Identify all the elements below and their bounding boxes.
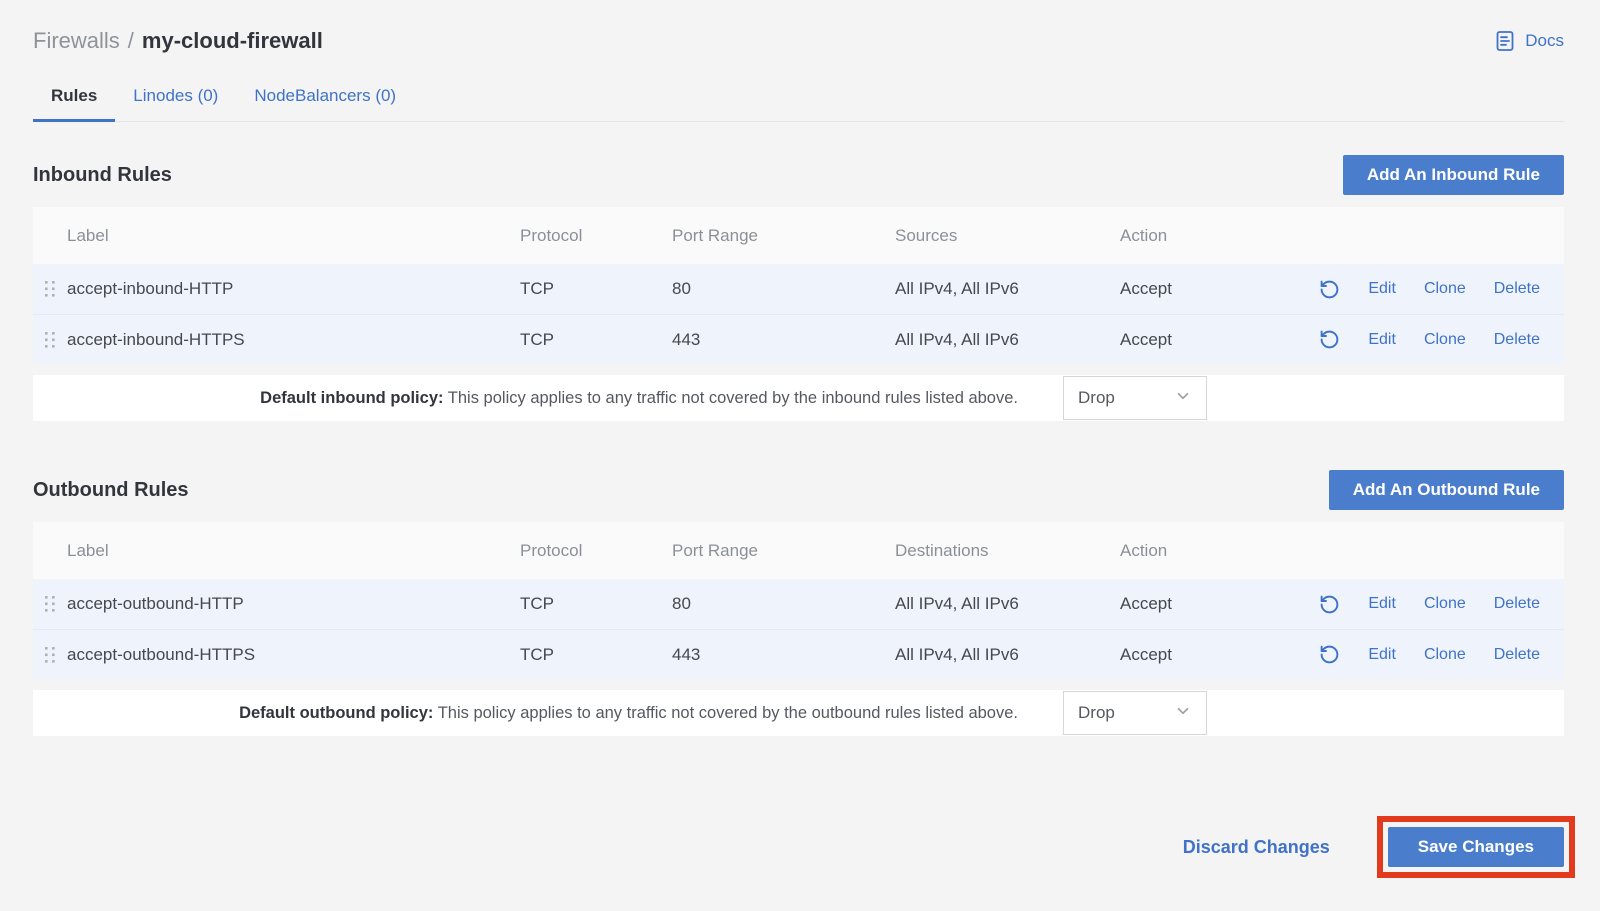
edit-link[interactable]: Edit	[1368, 595, 1396, 613]
undo-icon[interactable]	[1319, 644, 1340, 665]
delete-link[interactable]: Delete	[1494, 280, 1540, 298]
inbound-rules-section: Inbound Rules Add An Inbound Rule Label …	[33, 155, 1564, 421]
delete-link[interactable]: Delete	[1494, 595, 1540, 613]
clone-link[interactable]: Clone	[1424, 646, 1466, 664]
rule-protocol: TCP	[520, 330, 672, 350]
default-inbound-policy-label: Default inbound policy:	[260, 389, 443, 407]
edit-link[interactable]: Edit	[1368, 331, 1396, 349]
outbound-table-header: Label Protocol Port Range Destinations A…	[33, 522, 1564, 579]
outbound-col-label: Label	[67, 541, 520, 561]
tab-rules[interactable]: Rules	[33, 78, 115, 121]
outbound-col-action: Action	[1120, 541, 1290, 561]
delete-link[interactable]: Delete	[1494, 331, 1540, 349]
rule-label: accept-inbound-HTTPS	[67, 330, 520, 350]
inbound-col-port-range: Port Range	[672, 226, 895, 246]
default-outbound-policy-label: Default outbound policy:	[239, 704, 433, 722]
default-inbound-policy-select[interactable]: Drop	[1063, 376, 1207, 420]
default-inbound-policy-value: Drop	[1078, 388, 1115, 408]
edit-link[interactable]: Edit	[1368, 646, 1396, 664]
rule-port-range: 443	[672, 645, 895, 665]
chevron-down-icon	[1174, 387, 1192, 410]
drag-handle-icon[interactable]	[33, 646, 67, 664]
rule-destinations: All IPv4, All IPv6	[895, 645, 1120, 665]
rule-protocol: TCP	[520, 645, 672, 665]
rule-protocol: TCP	[520, 279, 672, 299]
drag-handle-icon[interactable]	[33, 331, 67, 349]
inbound-col-sources: Sources	[895, 226, 1120, 246]
drag-handle-icon[interactable]	[33, 595, 67, 613]
rule-label: accept-outbound-HTTPS	[67, 645, 520, 665]
breadcrumb-firewalls-link[interactable]: Firewalls	[33, 28, 120, 54]
rule-action: Accept	[1120, 645, 1290, 665]
rule-protocol: TCP	[520, 594, 672, 614]
outbound-col-protocol: Protocol	[520, 541, 672, 561]
add-outbound-rule-button[interactable]: Add An Outbound Rule	[1329, 470, 1564, 510]
rule-destinations: All IPv4, All IPv6	[895, 594, 1120, 614]
default-outbound-policy-description: This policy applies to any traffic not c…	[438, 704, 1018, 722]
firewall-detail-page: Firewalls / my-cloud-firewall Docs Rules…	[0, 28, 1600, 878]
tab-linodes[interactable]: Linodes (0)	[115, 78, 236, 121]
breadcrumb: Firewalls / my-cloud-firewall	[33, 28, 323, 54]
table-row-inbound-http: accept-inbound-HTTP TCP 80 All IPv4, All…	[33, 264, 1564, 314]
undo-icon[interactable]	[1319, 279, 1340, 300]
table-row-outbound-http: accept-outbound-HTTP TCP 80 All IPv4, Al…	[33, 579, 1564, 629]
outbound-col-destinations: Destinations	[895, 541, 1120, 561]
footer-actions: Discard Changes Save Changes	[33, 816, 1564, 878]
rule-label: accept-inbound-HTTP	[67, 279, 520, 299]
breadcrumb-separator: /	[128, 28, 134, 54]
breadcrumb-current-firewall: my-cloud-firewall	[142, 28, 323, 54]
default-inbound-policy-row: Default inbound policy: This policy appl…	[33, 375, 1564, 421]
rule-port-range: 443	[672, 330, 895, 350]
edit-link[interactable]: Edit	[1368, 280, 1396, 298]
rule-sources: All IPv4, All IPv6	[895, 330, 1120, 350]
inbound-table-header: Label Protocol Port Range Sources Action	[33, 207, 1564, 264]
inbound-rules-title: Inbound Rules	[33, 164, 172, 187]
drag-handle-icon[interactable]	[33, 280, 67, 298]
undo-icon[interactable]	[1319, 329, 1340, 350]
delete-link[interactable]: Delete	[1494, 646, 1540, 664]
table-row-inbound-https: accept-inbound-HTTPS TCP 443 All IPv4, A…	[33, 314, 1564, 364]
default-inbound-policy-description: This policy applies to any traffic not c…	[448, 389, 1018, 407]
add-inbound-rule-button[interactable]: Add An Inbound Rule	[1343, 155, 1564, 195]
outbound-rules-title: Outbound Rules	[33, 479, 189, 502]
save-changes-button[interactable]: Save Changes	[1388, 827, 1564, 867]
annotation-highlight-box: Save Changes	[1377, 816, 1575, 878]
rule-action: Accept	[1120, 330, 1290, 350]
rule-port-range: 80	[672, 279, 895, 299]
chevron-down-icon	[1174, 702, 1192, 725]
docs-link[interactable]: Docs	[1493, 29, 1564, 53]
rule-label: accept-outbound-HTTP	[67, 594, 520, 614]
tab-nodebalancers[interactable]: NodeBalancers (0)	[236, 78, 414, 121]
rule-port-range: 80	[672, 594, 895, 614]
rule-action: Accept	[1120, 279, 1290, 299]
tab-bar: Rules Linodes (0) NodeBalancers (0)	[33, 78, 1564, 122]
top-bar: Firewalls / my-cloud-firewall Docs	[33, 28, 1564, 54]
undo-icon[interactable]	[1319, 594, 1340, 615]
clone-link[interactable]: Clone	[1424, 595, 1466, 613]
docs-icon	[1493, 29, 1517, 53]
inbound-col-label: Label	[67, 226, 520, 246]
rule-sources: All IPv4, All IPv6	[895, 279, 1120, 299]
clone-link[interactable]: Clone	[1424, 331, 1466, 349]
default-outbound-policy-value: Drop	[1078, 703, 1115, 723]
inbound-col-action: Action	[1120, 226, 1290, 246]
inbound-col-protocol: Protocol	[520, 226, 672, 246]
table-row-outbound-https: accept-outbound-HTTPS TCP 443 All IPv4, …	[33, 629, 1564, 679]
outbound-col-port-range: Port Range	[672, 541, 895, 561]
rule-action: Accept	[1120, 594, 1290, 614]
default-outbound-policy-row: Default outbound policy: This policy app…	[33, 690, 1564, 736]
docs-label: Docs	[1525, 31, 1564, 51]
discard-changes-link[interactable]: Discard Changes	[1183, 837, 1330, 858]
outbound-rules-section: Outbound Rules Add An Outbound Rule Labe…	[33, 470, 1564, 736]
default-outbound-policy-select[interactable]: Drop	[1063, 691, 1207, 735]
clone-link[interactable]: Clone	[1424, 280, 1466, 298]
